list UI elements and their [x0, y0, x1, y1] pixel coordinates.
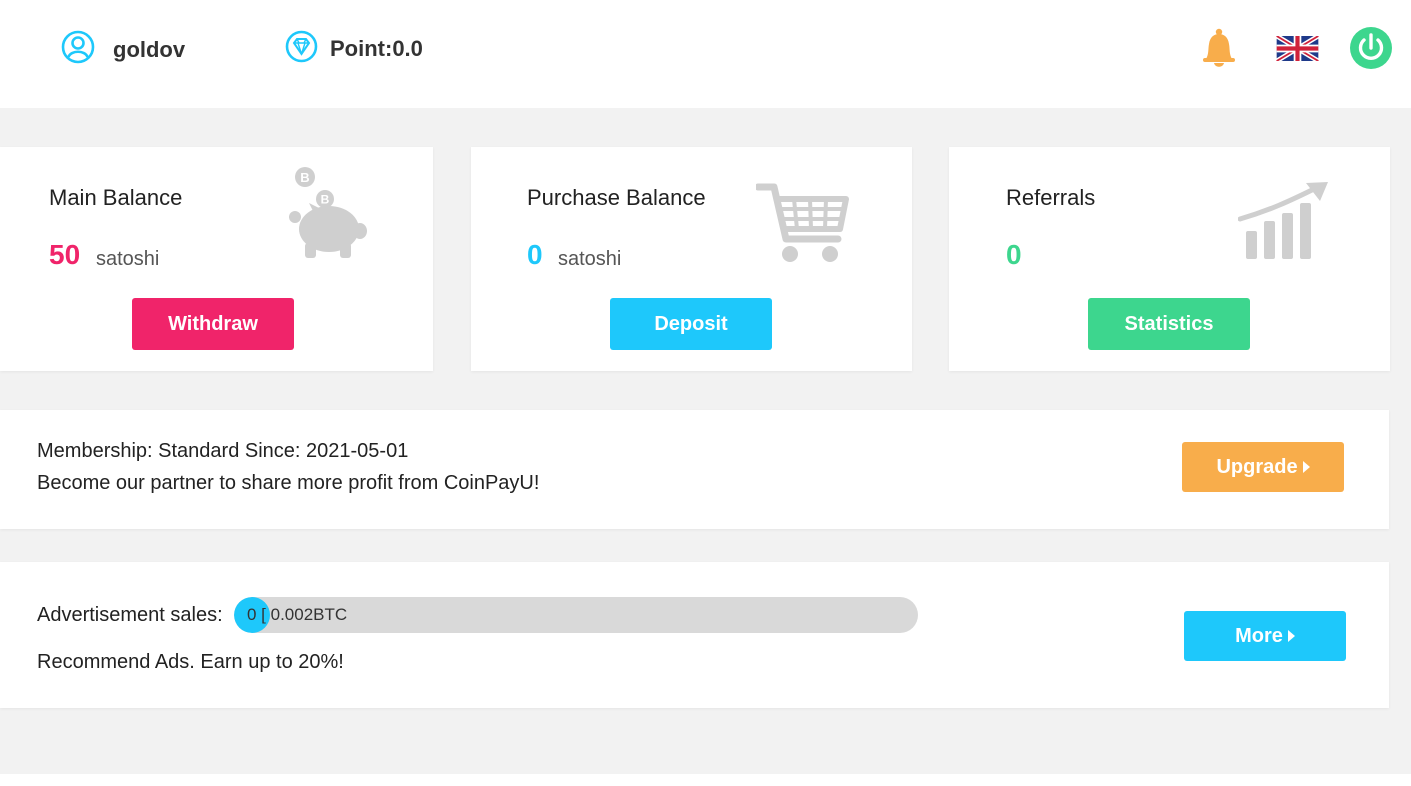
- upgrade-button[interactable]: Upgrade: [1182, 442, 1344, 492]
- card-title: Purchase Balance: [527, 185, 706, 210]
- caret-right-icon: [1287, 630, 1295, 642]
- card-title: Referrals: [1006, 185, 1096, 210]
- deposit-button[interactable]: Deposit: [610, 298, 772, 350]
- growth-chart-icon: [1237, 181, 1330, 266]
- ads-label: Advertisement sales:: [37, 604, 223, 626]
- bell-icon[interactable]: [1199, 27, 1239, 74]
- membership-status: Membership: Standard Since: 2021-05-01: [37, 440, 409, 462]
- main-balance-card: Main Balance 50 satoshi B B Withdraw: [0, 147, 433, 371]
- user-info[interactable]: goldov: [61, 30, 185, 69]
- svg-text:B: B: [321, 193, 330, 207]
- svg-text:B: B: [300, 170, 309, 185]
- ads-progress-text: 0 [ 0.002BTC: [247, 605, 348, 624]
- withdraw-button[interactable]: Withdraw: [132, 298, 294, 350]
- referrals-count: 0: [1006, 239, 1022, 270]
- more-button-label: More: [1235, 624, 1283, 647]
- points-info: Point:0.0: [285, 30, 423, 68]
- power-icon[interactable]: [1349, 26, 1393, 75]
- diamond-icon: [285, 30, 318, 68]
- user-icon: [61, 30, 95, 69]
- statistics-button[interactable]: Statistics: [1088, 298, 1250, 350]
- ads-panel: Advertisement sales: 0 [ 0.002BTC Recomm…: [0, 562, 1389, 708]
- ads-recommend-text: Recommend Ads. Earn up to 20%!: [37, 651, 344, 673]
- top-bar: goldov Point:0.0: [0, 0, 1411, 108]
- caret-right-icon: [1302, 461, 1310, 473]
- username: goldov: [113, 36, 186, 62]
- membership-promo: Become our partner to share more profit …: [37, 472, 540, 494]
- points-value: Point:0.0: [330, 36, 423, 61]
- shopping-cart-icon: [754, 181, 850, 270]
- ads-progress-bar: 0 [ 0.002BTC: [234, 597, 918, 633]
- card-title: Main Balance: [49, 185, 183, 210]
- upgrade-button-label: Upgrade: [1216, 455, 1298, 478]
- purchase-balance-card: Purchase Balance 0 satoshi Deposit: [471, 147, 912, 371]
- main-balance-amount: 50: [49, 239, 81, 270]
- more-button[interactable]: More: [1184, 611, 1346, 661]
- referrals-card: Referrals 0 Statistics: [949, 147, 1390, 371]
- membership-panel: Membership: Standard Since: 2021-05-01 B…: [0, 410, 1389, 529]
- piggy-bank-icon: B B: [287, 165, 369, 266]
- purchase-balance-unit: satoshi: [558, 248, 622, 270]
- main-balance-unit: satoshi: [96, 248, 160, 270]
- purchase-balance-amount: 0: [527, 239, 543, 270]
- uk-flag-icon[interactable]: [1275, 33, 1320, 66]
